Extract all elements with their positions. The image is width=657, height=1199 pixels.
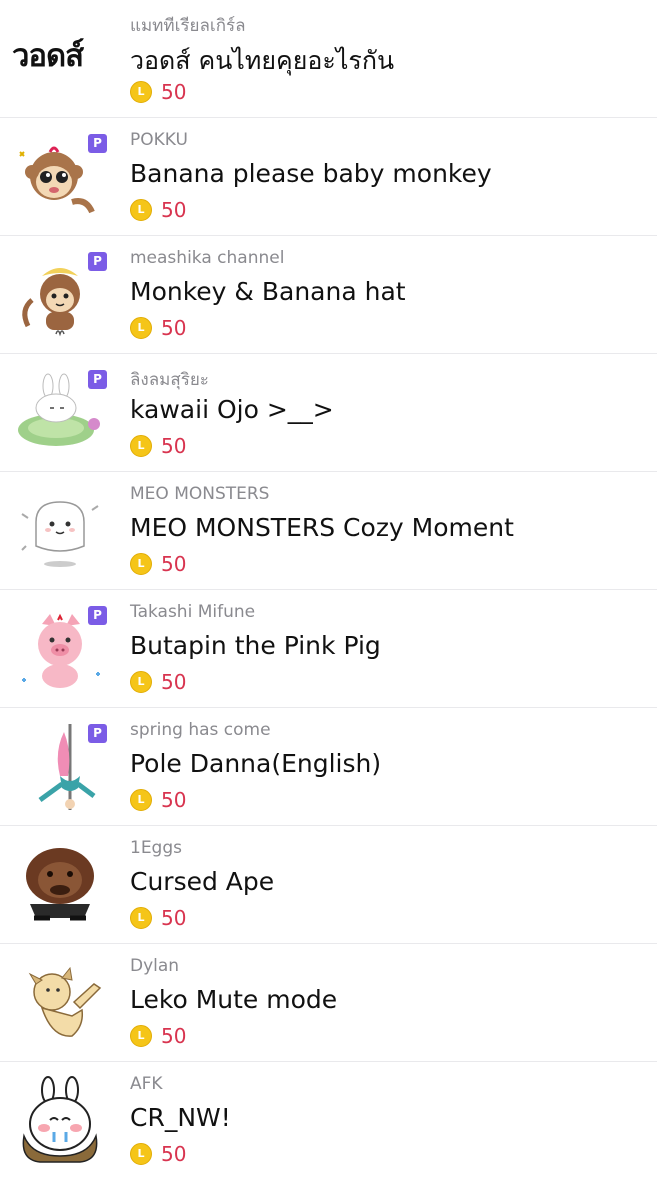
sticker-title: Cursed Ape [130, 867, 275, 896]
sticker-price: 50 [130, 670, 186, 694]
sticker-title: Butapin the Pink Pig [130, 631, 381, 660]
premium-badge: P [88, 134, 107, 153]
list-item[interactable]: MEO MONSTERS MEO MONSTERS Cozy Moment 50 [0, 472, 657, 590]
sticker-title: kawaii Ojo >__> [130, 395, 334, 424]
list-item[interactable]: 1Eggs Cursed Ape 50 [0, 826, 657, 944]
coin-icon [130, 81, 152, 103]
sticker-author: Dylan [130, 956, 180, 976]
sticker-author: MEO MONSTERS [130, 484, 270, 504]
sticker-title: Monkey & Banana hat [130, 277, 406, 306]
sticker-author: spring has come [130, 720, 271, 740]
sticker-price: 50 [130, 80, 186, 104]
list-item[interactable]: P spring has come Pole Danna(English) 50 [0, 708, 657, 826]
sticker-price: 50 [130, 788, 186, 812]
sticker-author: meashika channel [130, 248, 285, 268]
price-amount: 50 [161, 670, 187, 694]
premium-badge: P [88, 724, 107, 743]
sticker-price: 50 [130, 316, 186, 340]
sticker-title: วอดส์ คนไทยคุยอะไรกัน [130, 46, 395, 75]
list-item[interactable]: Dylan Leko Mute mode 50 [0, 944, 657, 1062]
sticker-price: 50 [130, 434, 186, 458]
list-item[interactable]: AFK CR_NW! 50 [0, 1062, 657, 1199]
sticker-author: Takashi Mifune [130, 602, 256, 622]
sticker-price: 50 [130, 1024, 186, 1048]
coin-icon [130, 1025, 152, 1047]
sticker-title: Leko Mute mode [130, 985, 338, 1014]
price-amount: 50 [161, 552, 187, 576]
sticker-title: Pole Danna(English) [130, 749, 382, 778]
price-amount: 50 [161, 198, 187, 222]
sticker-author: AFK [130, 1074, 163, 1094]
coin-icon [130, 199, 152, 221]
coin-icon [130, 553, 152, 575]
coin-icon [130, 789, 152, 811]
price-amount: 50 [161, 434, 187, 458]
sticker-price: 50 [130, 1142, 186, 1166]
price-amount: 50 [161, 1142, 187, 1166]
coin-icon [130, 317, 152, 339]
sticker-author: 1Eggs [130, 838, 182, 858]
sticker-title: MEO MONSTERS Cozy Moment [130, 513, 514, 542]
sticker-price: 50 [130, 906, 186, 930]
white-monster-icon [12, 486, 108, 576]
sticker-author: POKKU [130, 130, 188, 150]
premium-badge: P [88, 606, 107, 625]
price-amount: 50 [161, 906, 187, 930]
sticker-price: 50 [130, 552, 186, 576]
price-amount: 50 [161, 1024, 187, 1048]
list-item[interactable]: P POKKU Banana please baby monkey 50 [0, 118, 657, 236]
list-item[interactable]: P ลิงลมสุริยะ kawaii Ojo >__> 50 [0, 354, 657, 472]
premium-badge: P [88, 370, 107, 389]
bunny-crying-icon [12, 1076, 108, 1166]
coin-icon [130, 907, 152, 929]
coin-icon [130, 435, 152, 457]
sticker-title: Banana please baby monkey [130, 159, 492, 188]
coin-icon [130, 1143, 152, 1165]
list-item[interactable]: วอดส์ แมททีเรียลเกิร์ล วอดส์ คนไทยคุยอะไ… [0, 0, 657, 118]
sticker-list: วอดส์ แมททีเรียลเกิร์ล วอดส์ คนไทยคุยอะไ… [0, 0, 657, 1199]
premium-badge: P [88, 252, 107, 271]
sticker-title: CR_NW! [130, 1103, 231, 1132]
price-amount: 50 [161, 80, 187, 104]
coin-icon [130, 671, 152, 693]
ape-face-icon [12, 840, 108, 930]
price-amount: 50 [161, 788, 187, 812]
sticker-author: ลิงลมสุริยะ [130, 370, 209, 390]
dog-icon [12, 958, 108, 1048]
sticker-thumbnail-text-logo: วอดส์ [12, 38, 84, 74]
list-item[interactable]: P meashika channel Monkey & Banana hat 5… [0, 236, 657, 354]
list-item[interactable]: P Takashi Mifune Butapin the Pink Pig 50 [0, 590, 657, 708]
sticker-price: 50 [130, 198, 186, 222]
sticker-author: แมททีเรียลเกิร์ล [130, 16, 246, 36]
price-amount: 50 [161, 316, 187, 340]
